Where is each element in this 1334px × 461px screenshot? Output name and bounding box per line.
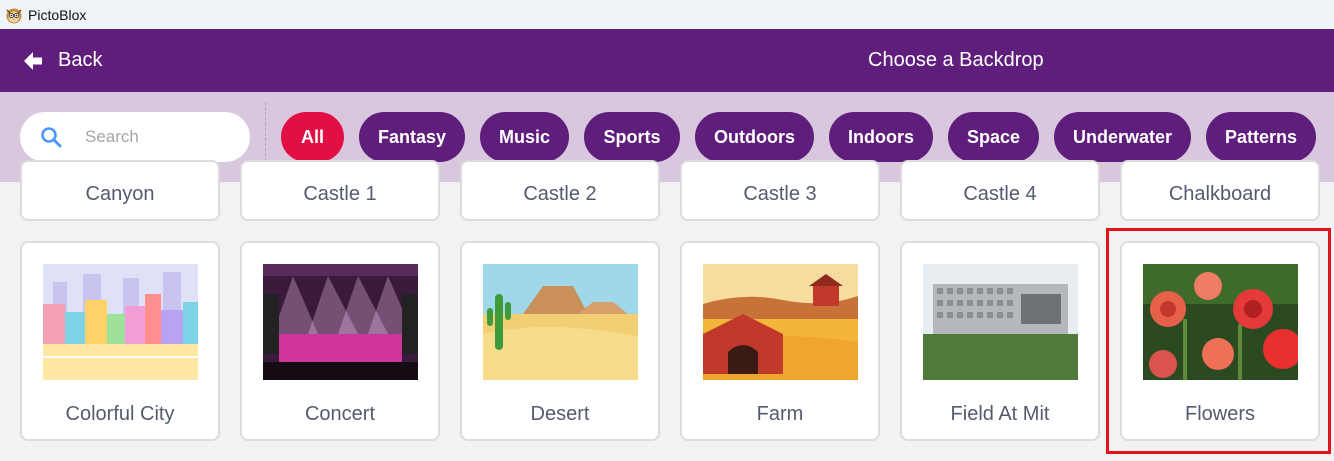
backdrop-name: Field At Mit	[950, 403, 1050, 425]
backdrop-name: Castle 3	[743, 183, 817, 205]
tag-all[interactable]: All	[281, 112, 344, 162]
backdrop-name: Canyon	[85, 183, 155, 205]
backdrop-card-castle-3[interactable]: Castle 3	[680, 160, 880, 221]
search-box[interactable]	[20, 112, 250, 162]
back-button[interactable]: Back	[22, 29, 102, 92]
pictoblox-logo-icon	[6, 8, 22, 23]
back-label: Back	[58, 49, 103, 71]
tag-space[interactable]: Space	[948, 112, 1039, 162]
backdrop-name: Castle 4	[963, 183, 1037, 205]
backdrop-card-farm[interactable]: Farm	[680, 241, 880, 441]
window-titlebar: PictoBlox	[0, 0, 1334, 29]
app-title: PictoBlox	[28, 6, 87, 23]
tag-sports[interactable]: Sports	[584, 112, 680, 162]
backdrop-name: Chalkboard	[1168, 183, 1272, 205]
page-title: Choose a Backdrop	[868, 49, 1044, 71]
desert-thumbnail	[483, 264, 638, 380]
tag-indoors[interactable]: Indoors	[829, 112, 933, 162]
backdrop-card-chalkboard[interactable]: Chalkboard	[1120, 160, 1320, 221]
backdrop-card-colorful-city[interactable]: Colorful City	[20, 241, 220, 441]
backdrop-card-field-at-mit[interactable]: Field At Mit	[900, 241, 1100, 441]
colorful-city-thumbnail	[43, 264, 198, 380]
backdrop-name: Castle 1	[303, 183, 377, 205]
search-input[interactable]	[85, 127, 235, 147]
backdrop-name: Castle 2	[523, 183, 597, 205]
backdrop-card-castle-2[interactable]: Castle 2	[460, 160, 660, 221]
tag-music[interactable]: Music	[480, 112, 569, 162]
backdrop-card-desert[interactable]: Desert	[460, 241, 660, 441]
flowers-thumbnail	[1143, 264, 1298, 380]
backdrop-card-canyon[interactable]: Canyon	[20, 160, 220, 221]
concert-thumbnail	[263, 264, 418, 380]
search-icon	[41, 127, 62, 148]
tag-patterns[interactable]: Patterns	[1206, 112, 1316, 162]
backdrop-name: Flowers	[1184, 403, 1255, 425]
backdrop-name: Desert	[530, 403, 590, 425]
backdrop-name: Concert	[304, 403, 376, 425]
header-bar: Back Choose a Backdrop	[0, 29, 1334, 92]
backdrop-name: Farm	[756, 403, 804, 425]
backdrop-card-castle-1[interactable]: Castle 1	[240, 160, 440, 221]
backdrop-name: Colorful City	[65, 403, 175, 425]
field-at-mit-thumbnail	[923, 264, 1078, 380]
tag-underwater[interactable]: Underwater	[1054, 112, 1191, 162]
tag-fantasy[interactable]: Fantasy	[359, 112, 465, 162]
backdrop-card-concert[interactable]: Concert	[240, 241, 440, 441]
backdrop-card-flowers[interactable]: Flowers	[1120, 241, 1320, 441]
tag-outdoors[interactable]: Outdoors	[695, 112, 814, 162]
backdrop-card-castle-4[interactable]: Castle 4	[900, 160, 1100, 221]
farm-thumbnail	[703, 264, 858, 380]
arrow-left-icon	[24, 51, 42, 70]
